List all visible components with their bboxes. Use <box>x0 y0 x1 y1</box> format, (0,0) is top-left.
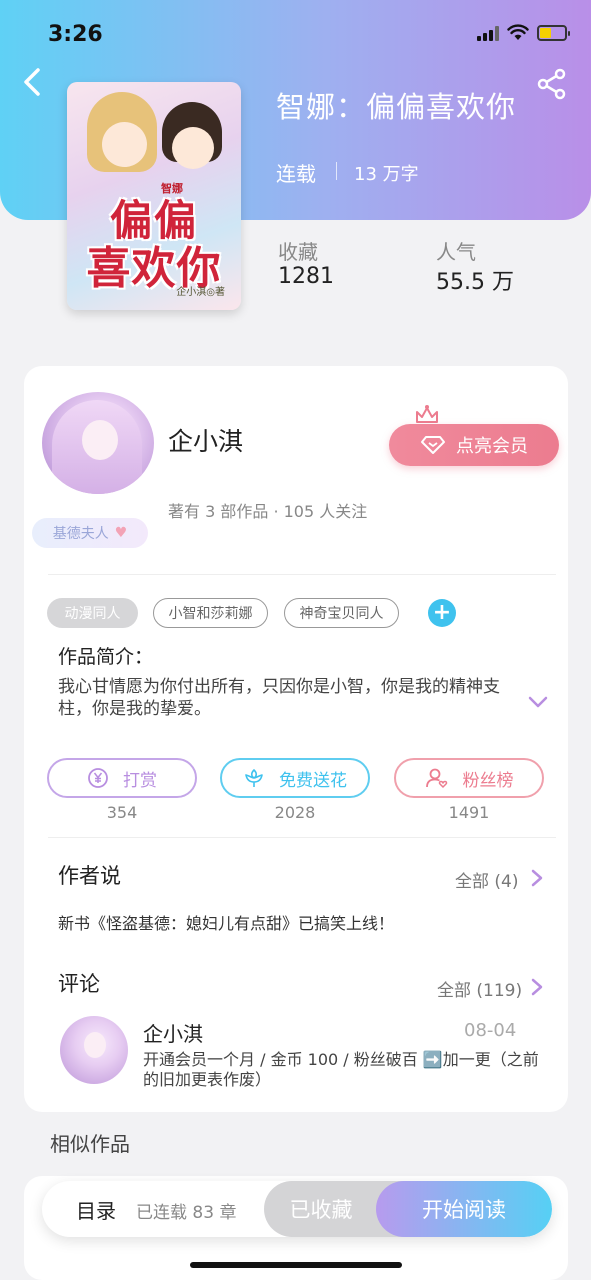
crown-icon <box>416 405 438 423</box>
chevron-right-icon[interactable] <box>530 868 544 888</box>
stat-value-collect: 1281 <box>278 264 334 289</box>
author-says-title: 作者说 <box>58 864 121 888</box>
vip-button[interactable]: 点亮会员 <box>389 424 559 466</box>
diamond-icon <box>421 436 445 454</box>
fan-rank-button[interactable]: 粉丝榜 <box>394 758 544 798</box>
divider <box>336 162 337 180</box>
yen-coin-icon <box>88 768 108 788</box>
author-badge-label: 基德夫人 <box>52 526 109 542</box>
book-status: 连载 <box>276 162 316 186</box>
collected-button-label: 已收藏 <box>289 1198 353 1222</box>
book-word-count: 13 万字 <box>354 164 419 185</box>
chapter-count[interactable]: 已连载 83 章 <box>136 1198 236 1223</box>
stat-value-popularity: 55.5 万 <box>436 270 514 295</box>
comments-title: 评论 <box>58 972 100 996</box>
tag-chip[interactable]: 动漫同人 <box>47 598 138 628</box>
send-flower-button[interactable]: 免费送花 <box>220 758 370 798</box>
author-announcement[interactable]: 新书《怪盗基德：媳妇儿有点甜》已搞笑上线！ <box>58 910 394 934</box>
status-time: 3:26 <box>48 22 103 47</box>
battery-icon <box>537 24 570 41</box>
tip-count: 354 <box>106 803 138 822</box>
divider <box>48 837 556 838</box>
intro-text: 我心甘情愿为你付出所有，只因你是小智，你是我的精神支柱，你是我的挚爱。 <box>58 677 500 719</box>
chevron-down-icon[interactable] <box>526 692 550 712</box>
tag-chip[interactable]: 小智和莎莉娜 <box>153 598 268 628</box>
status-icons <box>477 24 570 41</box>
divider <box>48 574 556 575</box>
book-title: 智娜：偏偏喜欢你 <box>276 90 517 124</box>
author-says-more[interactable]: 全部 (4) <box>455 867 518 892</box>
toc-button[interactable]: 目录 <box>76 1195 116 1224</box>
author-name[interactable]: 企小淇 <box>168 422 243 458</box>
fan-rank-label: 粉丝榜 <box>462 770 514 791</box>
author-avatar[interactable] <box>42 392 154 494</box>
intro-label: 作品简介： <box>58 646 154 668</box>
commenter-avatar[interactable] <box>60 1016 128 1084</box>
share-icon[interactable] <box>536 68 568 100</box>
fan-person-icon <box>425 768 447 789</box>
tag-chip[interactable]: 神奇宝贝同人 <box>284 598 399 628</box>
comments-more[interactable]: 全部 (119) <box>437 976 522 1001</box>
start-reading-label: 开始阅读 <box>422 1198 506 1222</box>
stat-label-popularity: 人气 <box>436 240 476 264</box>
cellular-signal-icon <box>477 25 499 41</box>
start-reading-button[interactable]: 开始阅读 <box>376 1181 552 1237</box>
flower-icon <box>245 769 263 787</box>
similar-works-title: 相似作品 <box>50 1132 130 1156</box>
bottom-action-bar: 目录 已连载 83 章 已收藏 开始阅读 <box>42 1181 552 1237</box>
comment-text[interactable]: 开通会员一个月 / 金币 100 / 粉丝破百 ➡️加一更（之前的旧加更表作废） <box>143 1050 553 1090</box>
chevron-right-icon[interactable] <box>530 977 544 997</box>
fan-count: 1491 <box>448 803 490 822</box>
book-cover[interactable]: 智娜 偏偏 喜欢你 企小淇◎著 <box>67 82 241 310</box>
stat-label-collect: 收藏 <box>278 240 318 264</box>
home-indicator <box>190 1262 402 1268</box>
send-flower-label: 免费送花 <box>279 770 347 791</box>
comment-date: 08-04 <box>464 1020 517 1041</box>
vip-button-label: 点亮会员 <box>456 436 528 457</box>
heart-icon: ♥ <box>114 525 128 541</box>
tip-button-label: 打赏 <box>123 770 157 791</box>
tip-button[interactable]: 打赏 <box>47 758 197 798</box>
wifi-icon <box>507 24 529 40</box>
commenter-name[interactable]: 企小淇 <box>143 1018 203 1047</box>
author-meta: 著有 3 部作品 · 105 人关注 <box>168 502 368 521</box>
add-tag-button[interactable]: + <box>428 599 456 627</box>
cover-author: 企小淇◎著 <box>176 287 225 298</box>
flower-count: 2028 <box>274 803 316 822</box>
back-arrow-icon[interactable] <box>18 62 48 102</box>
author-badge: 基德夫人 ♥ <box>32 518 148 548</box>
